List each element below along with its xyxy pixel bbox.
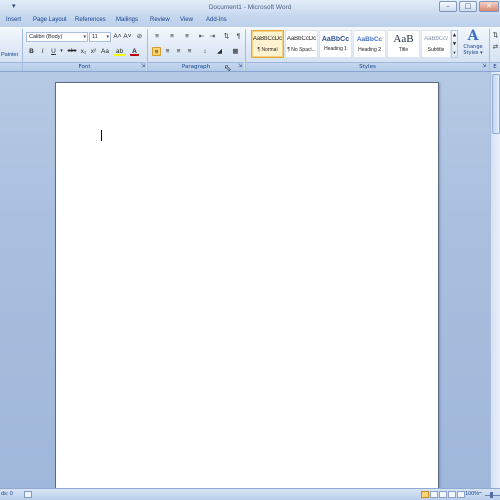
bullets-button[interactable]: ≡ (151, 32, 163, 41)
ribbon-tabs: Insert Page Layout References Mailings R… (0, 15, 500, 27)
paragraph-dialog-launcher-icon[interactable]: ⇲ (238, 63, 242, 69)
style-sample: AaBbCcDc (286, 36, 317, 42)
styles-gallery-scroll[interactable]: ▲ ▼ ▾ (451, 30, 458, 58)
style-name: Title (398, 47, 409, 53)
font-dialog-launcher-icon[interactable]: ⇲ (141, 63, 145, 69)
tab-review[interactable]: Review (150, 17, 170, 23)
scroll-down-icon[interactable]: ▼ (452, 40, 457, 49)
superscript-button[interactable]: x² (89, 47, 98, 56)
word-count[interactable]: ds: 0 (1, 491, 13, 497)
style-sample: AaBbCc (356, 36, 383, 43)
shading-button[interactable]: ◢ (214, 47, 225, 56)
styles-group-label: Styles (246, 62, 489, 71)
style-normal[interactable]: AaBbCcDc ¶ Normal (251, 30, 284, 58)
numbering-button[interactable]: ≡ (166, 32, 178, 41)
tab-page-layout[interactable]: Page Layout (33, 17, 67, 23)
style-no-spacing[interactable]: AaBbCcDc ¶ No Spaci... (285, 30, 318, 58)
text-cursor (101, 130, 102, 141)
scroll-up-icon[interactable]: ▲ (452, 31, 457, 40)
italic-button[interactable]: I (38, 47, 47, 56)
style-sample: AaBbCcI (424, 36, 448, 42)
align-center-button[interactable]: ≡ (163, 47, 172, 56)
change-styles-icon: A (467, 28, 479, 44)
window-title: Document1 - Microsoft Word (208, 4, 292, 11)
style-name: Heading 2 (358, 47, 381, 53)
zoom-out-button[interactable]: − (478, 490, 482, 497)
align-right-button[interactable]: ≡ (174, 47, 183, 56)
outline-view-icon[interactable] (448, 491, 456, 498)
decrease-indent-button[interactable]: ⇤ (197, 32, 206, 41)
change-styles-button[interactable]: A Change Styles ▾ (460, 29, 486, 61)
style-subtitle[interactable]: AaBbCcI Subtitle (421, 30, 451, 58)
clipboard-group-label (0, 62, 22, 71)
more-icon[interactable]: ▾ (452, 49, 457, 58)
draft-view-icon[interactable] (457, 491, 465, 498)
ribbon: Painter Calibri (Body) ▾ 11 ▾ A˄ A˅ ⊘ B I … (0, 27, 500, 72)
highlight-button[interactable]: ab (114, 47, 125, 56)
shrink-font-button[interactable]: A˅ (123, 32, 132, 41)
status-bar: ds: 0 100% − (0, 488, 500, 500)
tab-add-ins[interactable]: Add-Ins (206, 17, 227, 23)
zoom-level[interactable]: 100% (465, 491, 479, 497)
title-bar: ▾ Document1 - Microsoft Word – □ ✕ (0, 0, 500, 15)
underline-dropdown-icon[interactable]: ▾ (57, 47, 66, 56)
font-color-button[interactable]: A (130, 47, 139, 56)
style-name: Heading 1 (324, 46, 347, 52)
font-size-combo[interactable]: 11 ▾ (89, 32, 111, 42)
multilevel-list-button[interactable]: ≡ (181, 32, 193, 41)
font-size-value: 11 (92, 34, 98, 40)
chevron-down-icon: ▾ (83, 34, 86, 40)
tab-view[interactable]: View (180, 17, 193, 23)
minimize-button[interactable]: – (439, 1, 457, 12)
close-button[interactable]: ✕ (479, 1, 499, 12)
subscript-button[interactable]: x₂ (79, 47, 88, 56)
web-layout-view-icon[interactable] (439, 491, 447, 498)
style-name: ¶ Normal (257, 47, 278, 53)
style-name: Subtitle (427, 47, 445, 53)
line-spacing-button[interactable]: ↕ (199, 47, 211, 56)
font-name-combo[interactable]: Calibri (Body) ▾ (26, 32, 88, 42)
editing-group-label: E (490, 62, 500, 71)
tab-mailings[interactable]: Mailings (116, 17, 138, 23)
find-icon[interactable]: ⇅ (491, 31, 500, 40)
print-layout-view-icon[interactable] (421, 491, 429, 498)
mouse-pointer-icon: ⬁ (224, 64, 232, 74)
full-screen-reading-view-icon[interactable] (430, 491, 438, 498)
borders-button[interactable]: ▦ (229, 47, 242, 56)
scrollbar-thumb[interactable] (492, 74, 500, 134)
style-sample: AaBbCc (321, 36, 350, 43)
styles-dialog-launcher-icon[interactable]: ⇲ (482, 63, 486, 69)
maximize-button[interactable]: □ (459, 1, 477, 12)
grow-font-button[interactable]: A˄ (113, 32, 122, 41)
style-heading-1[interactable]: AaBbCc Heading 1 (319, 30, 352, 58)
style-heading-2[interactable]: AaBbCc Heading 2 (353, 30, 386, 58)
sort-button[interactable]: ⇅ (222, 32, 231, 41)
clear-formatting-button[interactable]: ⊘ (135, 32, 144, 41)
style-sample: AaBbCcDc (252, 36, 283, 42)
change-case-button[interactable]: Aa (99, 47, 111, 56)
justify-button[interactable]: ≡ (185, 47, 194, 56)
strikethrough-button[interactable]: abc (66, 47, 78, 56)
align-left-button[interactable]: ≡ (152, 47, 161, 56)
change-styles-label-2: Styles ▾ (463, 50, 483, 56)
chevron-down-icon: ▾ (106, 34, 109, 40)
replace-icon[interactable]: ⇄ (491, 43, 500, 52)
style-sample: AaB (393, 33, 414, 45)
style-title[interactable]: AaB Title (387, 30, 420, 58)
show-hide-button[interactable]: ¶ (234, 32, 243, 41)
tab-references[interactable]: References (75, 17, 106, 23)
font-name-value: Calibri (Body) (29, 34, 63, 40)
tab-insert[interactable]: Insert (6, 17, 21, 23)
increase-indent-button[interactable]: ⇥ (208, 32, 217, 41)
font-group-label: Font (23, 62, 146, 71)
proofing-icon[interactable] (24, 491, 32, 498)
format-painter-label[interactable]: Painter (1, 52, 18, 58)
style-name: ¶ No Spaci... (287, 47, 316, 53)
zoom-slider-thumb[interactable] (490, 492, 493, 498)
document-page[interactable] (55, 82, 439, 492)
bold-button[interactable]: B (27, 47, 36, 56)
vertical-scrollbar[interactable] (490, 72, 500, 488)
